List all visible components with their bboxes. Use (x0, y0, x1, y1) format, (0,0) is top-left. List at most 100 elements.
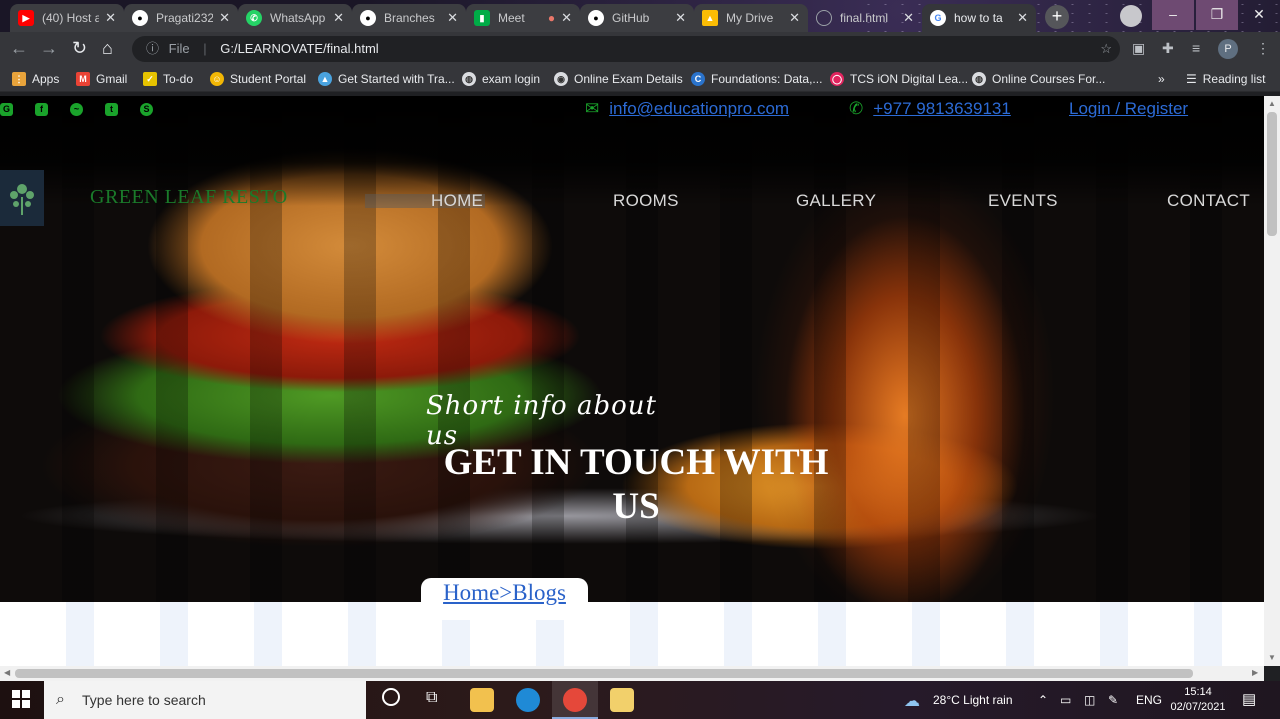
maximize-button[interactable]: ❐ (1196, 0, 1238, 30)
chrome-icon[interactable] (563, 688, 587, 712)
browser-tab-drive[interactable]: ▲ My Drive ✕ (694, 4, 808, 32)
puzzle-extensions-icon[interactable]: ✚ (1162, 40, 1174, 57)
bookmark-online-courses[interactable]: ◍ Online Courses For... (972, 70, 1105, 88)
close-tab-icon[interactable]: ✕ (447, 10, 458, 26)
taskbar-search-box[interactable]: ⌕ Type here to search (44, 681, 366, 719)
vertical-scroll-thumb[interactable] (1267, 112, 1277, 236)
nav-rooms[interactable]: ROOMS (613, 191, 679, 211)
new-tab-button[interactable]: + (1045, 5, 1069, 29)
bookmark-label: exam login (482, 72, 541, 86)
facebook-icon[interactable]: f (35, 103, 48, 116)
search-icon: ⌕ (56, 691, 65, 708)
bookmark-gmail[interactable]: M Gmail (76, 70, 127, 88)
file-explorer-icon[interactable] (470, 688, 494, 712)
forward-arrow-icon[interactable]: → (40, 38, 58, 59)
tcs-icon: ◯ (830, 72, 844, 86)
nav-contact[interactable]: CONTACT (1167, 191, 1250, 211)
browser-tab-google-search[interactable]: G how to ta ✕ (922, 4, 1036, 32)
pen-icon[interactable]: ✎ (1108, 681, 1118, 719)
clock-date: 02/07/2021 (1170, 701, 1226, 713)
horizontal-scrollbar[interactable]: ◀ ▶ (0, 666, 1264, 681)
bookmark-get-started[interactable]: ▲ Get Started with Tra... (318, 70, 455, 88)
scroll-down-icon[interactable]: ▼ (1268, 653, 1276, 662)
vertical-scrollbar[interactable]: ▲ ▼ (1264, 96, 1280, 666)
notes-icon[interactable] (610, 688, 634, 712)
tab-search-icon[interactable] (1120, 5, 1142, 27)
bookmark-label: Gmail (96, 72, 128, 86)
bookmark-student-portal[interactable]: ☺ Student Portal (210, 70, 306, 88)
close-tab-icon[interactable]: ✕ (675, 10, 686, 26)
browser-tab-branches[interactable]: ● Branches ✕ (352, 4, 466, 32)
nav-home[interactable]: HOME (431, 191, 483, 211)
browser-tab-final-html[interactable]: final.html ✕ (808, 4, 922, 32)
weather-text[interactable]: 28°C Light rain (933, 681, 1013, 719)
scroll-up-icon[interactable]: ▲ (1268, 99, 1276, 108)
browser-tab-whatsapp[interactable]: ✆ WhatsApp ✕ (238, 4, 352, 32)
scroll-left-icon[interactable]: ◀ (4, 668, 10, 677)
address-bar[interactable]: ⓘ File | G:/LEARNOVATE/final.html ☆ (132, 36, 1120, 62)
bookmark-todo[interactable]: ✓ To-do (143, 70, 193, 88)
minimize-button[interactable]: – (1152, 0, 1194, 30)
phone-icon: ✆ (849, 99, 864, 118)
twitter-icon[interactable]: t (105, 103, 118, 116)
gmail-icon: M (76, 72, 90, 86)
close-window-button[interactable]: ✕ (1238, 0, 1280, 30)
home-icon[interactable]: ⌂ (102, 38, 113, 59)
close-tab-icon[interactable]: ✕ (789, 10, 800, 26)
youtube-icon: ▶ (18, 10, 34, 26)
reload-icon[interactable]: ↻ (72, 38, 87, 59)
profile-avatar[interactable]: P (1218, 39, 1238, 59)
breadcrumb-link[interactable]: Home>Blogs (443, 580, 566, 605)
bookmark-label: TCS iON Digital Lea... (850, 72, 969, 86)
extension-icon[interactable]: ▣ (1132, 40, 1145, 57)
brand-name[interactable]: GREEN LEAF RESTO (90, 186, 288, 209)
login-register-link[interactable]: Login / Register (1069, 99, 1188, 119)
nav-events[interactable]: EVENTS (988, 191, 1058, 211)
notifications-icon[interactable]: ▤ (1242, 681, 1256, 719)
more-bookmarks-button[interactable]: » (1158, 70, 1165, 88)
phone-link[interactable]: ✆ +977 9813639131 (849, 99, 1011, 119)
cortana-icon[interactable] (382, 688, 400, 706)
close-tab-icon[interactable]: ✕ (105, 10, 116, 26)
site-logo[interactable] (0, 170, 44, 226)
edge-icon[interactable] (516, 688, 540, 712)
bookmark-exam-login[interactable]: ◍ exam login (462, 70, 540, 88)
nav-gallery[interactable]: GALLERY (796, 191, 876, 211)
language-indicator[interactable]: ENG (1136, 681, 1162, 719)
close-tab-icon[interactable]: ✕ (903, 10, 914, 26)
browser-tab-github-profile[interactable]: ● Pragati232 ✕ (124, 4, 238, 32)
bookmark-star-icon[interactable]: ☆ (1100, 36, 1112, 62)
battery-icon[interactable]: ▭ (1060, 681, 1071, 719)
address-scheme: File (168, 41, 190, 56)
reading-list-label: Reading list (1202, 72, 1266, 86)
task-view-icon[interactable]: ⧉ (426, 689, 437, 707)
network-icon[interactable]: ◫ (1084, 681, 1095, 719)
media-queue-icon[interactable]: ≡ (1192, 40, 1200, 56)
info-icon[interactable]: ⓘ (146, 41, 159, 56)
close-tab-icon[interactable]: ✕ (1017, 10, 1028, 26)
close-tab-icon[interactable]: ✕ (561, 10, 572, 26)
skype-icon[interactable]: S (140, 103, 153, 116)
back-arrow-icon[interactable]: ← (10, 38, 28, 59)
browser-tab-meet[interactable]: ▮ Meet ● ✕ (466, 4, 580, 32)
system-clock[interactable]: 15:14 02/07/2021 (1166, 685, 1230, 715)
close-tab-icon[interactable]: ✕ (219, 10, 230, 26)
bookmark-apps[interactable]: ⋮ Apps (12, 70, 59, 88)
horizontal-scroll-thumb[interactable] (15, 669, 1193, 678)
reading-list-button[interactable]: ☰ Reading list (1186, 70, 1265, 88)
windows-start-icon[interactable] (12, 690, 30, 708)
bookmark-foundations[interactable]: C Foundations: Data,... (691, 70, 822, 88)
show-hidden-icons-icon[interactable]: ⌃ (1038, 681, 1048, 719)
browser-tab-youtube[interactable]: ▶ (40) Host a ✕ (10, 4, 124, 32)
browser-tab-github[interactable]: ● GitHub ✕ (580, 4, 694, 32)
email-link[interactable]: ✉ info@educationpro.com (585, 99, 789, 119)
scroll-right-icon[interactable]: ▶ (1252, 668, 1258, 677)
messenger-icon[interactable]: ~ (70, 103, 83, 116)
menu-kebab-icon[interactable]: ⋮ (1256, 40, 1270, 57)
close-tab-icon[interactable]: ✕ (333, 10, 344, 26)
bookmark-tcs-ion[interactable]: ◯ TCS iON Digital Lea... (830, 70, 968, 88)
google-plus-icon[interactable]: G (0, 103, 13, 116)
bookmark-online-exam[interactable]: ◉ Online Exam Details (554, 70, 683, 88)
browser-tab-strip: ▶ (40) Host a ✕ ● Pragati232 ✕ ✆ WhatsAp… (0, 0, 1280, 32)
browser-toolbar: ← → ↻ ⌂ ⓘ File | G:/LEARNOVATE/final.htm… (0, 32, 1280, 66)
